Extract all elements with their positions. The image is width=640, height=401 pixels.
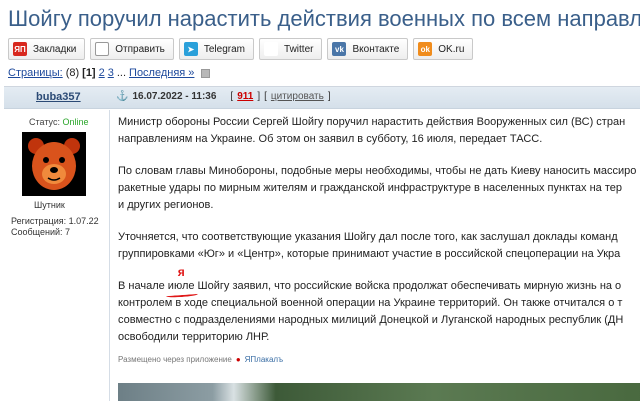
text-segment: В начале	[118, 280, 168, 292]
page-link-2[interactable]: 2	[99, 67, 105, 79]
registration-date: Регистрация: 1.07.22	[11, 216, 99, 226]
bracket-open: [	[230, 91, 234, 102]
share-bar: ЯП Закладки ✉ Отправить ➤ Telegram t Twi…	[8, 38, 474, 62]
app-dot-icon: ●	[235, 355, 241, 364]
send-label: Отправить	[115, 43, 165, 55]
bracket-open-2: [	[264, 91, 267, 102]
page-link-last[interactable]: Последняя »	[129, 67, 194, 79]
avatar[interactable]	[22, 132, 86, 196]
page-link-3[interactable]: 3	[108, 67, 114, 79]
bracket-close-2: ]	[327, 91, 331, 102]
page-title: Шойгу поручил нарастить действия военных…	[8, 6, 640, 31]
text-segment: Шойгу заявил, что российские войска прод…	[194, 280, 622, 292]
vk-icon: vk	[332, 42, 347, 56]
text-line: В начале июле я Шойгу заявил, что российс…	[118, 265, 640, 299]
ok-button[interactable]: ok OK.ru	[413, 38, 474, 60]
page-jump-icon[interactable]	[201, 68, 211, 78]
status-label: Статус:	[29, 117, 60, 127]
telegram-button[interactable]: ➤ Telegram	[178, 38, 255, 60]
avatar-caption: Шутник	[34, 200, 65, 210]
ok-icon: ok	[418, 42, 433, 56]
bookmarks-label: Закладки	[33, 43, 77, 55]
ok-label: OK.ru	[438, 43, 465, 55]
twitter-button[interactable]: t Twitter	[259, 38, 323, 60]
author-sidebar: Статус: Online Шутник Регистрация: 1.07.…	[4, 110, 110, 401]
page-current: [1]	[82, 67, 96, 79]
text-line: и других регионов.	[118, 199, 214, 211]
bear-avatar-icon	[22, 132, 86, 196]
corrected-word-text: июле	[167, 280, 195, 292]
author-status: Статус: Online	[29, 117, 88, 127]
text-line: освободили территорию ЛНР.	[118, 331, 270, 343]
pages-label[interactable]: Страницы:	[8, 67, 63, 79]
paragraph-1: Министр обороны России Сергей Шойгу пору…	[118, 114, 640, 148]
paragraph-2: По словам главы Минобороны, подобные мер…	[118, 163, 640, 214]
handwritten-correction: я	[177, 265, 185, 279]
post-header: buba357 ⚓ 16.07.2022 - 11:36 [ 911 ] [ ц…	[4, 87, 640, 109]
pagination: Страницы: (8) [1] 2 3 ... Последняя »	[8, 67, 211, 79]
twitter-icon: t	[264, 42, 279, 56]
forum-post: buba357 ⚓ 16.07.2022 - 11:36 [ 911 ] [ ц…	[4, 86, 640, 401]
twitter-label: Twitter	[284, 43, 314, 55]
pages-ellipsis: ...	[116, 67, 127, 79]
paragraph-3: Уточняется, что соответствующие указания…	[118, 229, 640, 263]
text-line: По словам главы Минобороны, подобные мер…	[118, 165, 637, 177]
author-stats: Регистрация: 1.07.22 Сообщений: 7	[11, 216, 99, 238]
pages-count: (8)	[65, 67, 80, 79]
telegram-icon: ➤	[183, 42, 198, 56]
post-meta: ⚓ 16.07.2022 - 11:36 [ 911 ] [ цитироват…	[116, 91, 331, 102]
post-image[interactable]	[118, 383, 640, 401]
mail-icon: ✉	[95, 42, 110, 56]
quote-link[interactable]: цитировать	[271, 91, 324, 102]
author-link[interactable]: buba357	[36, 91, 81, 103]
corrected-word: июле я	[165, 265, 198, 299]
app-note-text: Размещено через приложение	[118, 355, 232, 364]
text-line: Уточняется, что соответствующие указания…	[118, 231, 618, 243]
text-line: Министр обороны России Сергей Шойгу пору…	[118, 116, 626, 128]
anchor-icon[interactable]: ⚓	[116, 91, 128, 102]
status-value: Online	[62, 117, 89, 127]
text-line: направлениям на Украине. Об этом он заяв…	[118, 133, 543, 145]
send-button[interactable]: ✉ Отправить	[90, 38, 174, 60]
paragraph-4: В начале июле я Шойгу заявил, что российс…	[118, 265, 640, 346]
telegram-label: Telegram	[203, 43, 246, 55]
post-number-link[interactable]: 911	[237, 91, 253, 102]
text-line: ракетные удары по мирным жителям и гражд…	[118, 182, 623, 194]
yap-icon: ЯП	[13, 42, 27, 56]
app-note: Размещено через приложение ● ЯПлакалъ	[118, 355, 283, 364]
post-date: 16.07.2022 - 11:36	[132, 91, 217, 102]
text-line: совместно с подразделениями народных мил…	[118, 314, 624, 326]
text-line: группировками «Юг» и «Центр», которые пр…	[118, 248, 621, 260]
vk-button[interactable]: vk Вконтакте	[327, 38, 409, 60]
bookmarks-button[interactable]: ЯП Закладки	[8, 38, 86, 60]
app-link[interactable]: ЯПлакалъ	[245, 355, 283, 364]
message-count: Сообщений: 7	[11, 227, 71, 237]
bracket-close: ]	[257, 91, 261, 102]
vk-label: Вконтакте	[352, 43, 400, 55]
text-line: контролем в ходе специальной военной опе…	[118, 297, 623, 309]
